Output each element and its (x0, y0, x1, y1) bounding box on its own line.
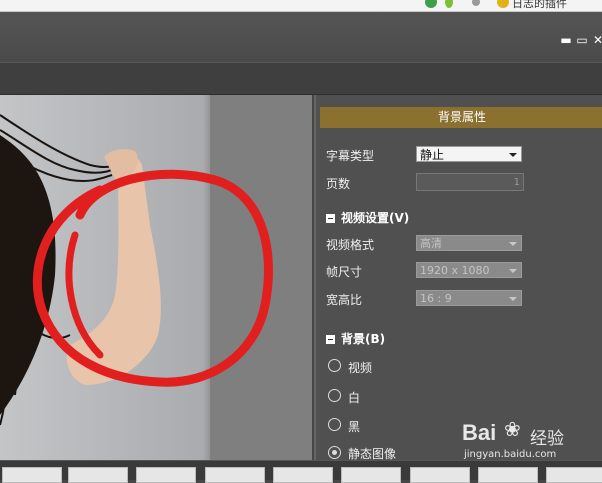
watermark-url: jingyan.baidu.com (464, 449, 557, 460)
arrow-icon[interactable] (445, 0, 453, 8)
properties-panel: 背景属性 字幕类型 静止 页数 1 视频设置(V) 视频格式 高清 帧尺寸 19… (314, 95, 602, 461)
bg-white-label: 白 (348, 391, 361, 405)
thumbnail[interactable] (2, 467, 62, 483)
bg-video-radio[interactable] (328, 359, 341, 372)
bg-black-radio[interactable] (328, 418, 341, 431)
video-format-value: 高清 (420, 237, 442, 250)
thumbnail[interactable] (68, 467, 128, 483)
chevron-down-icon (509, 242, 517, 246)
paw-icon: ❀ (504, 417, 521, 441)
panel-title: 背景属性 (320, 107, 602, 128)
browser-status-text: 日志的插件 (512, 0, 567, 10)
face-icon (497, 0, 509, 8)
video-section-header[interactable]: 视频设置(V) (326, 209, 409, 226)
subtitle-type-label: 字幕类型 (326, 149, 375, 163)
video-section-title: 视频设置(V) (341, 211, 410, 225)
bg-black-label: 黑 (348, 420, 361, 434)
close-button[interactable]: ✕ (592, 34, 602, 46)
maximize-button[interactable]: ▭ (576, 34, 588, 46)
dropdown-icon[interactable] (472, 0, 480, 6)
thumbnail[interactable] (410, 467, 470, 483)
video-format-select[interactable]: 高清 (416, 235, 522, 251)
pages-label: 页数 (326, 177, 351, 191)
background-section-title: 背景(B) (341, 332, 386, 346)
browser-status-strip: 日志的插件 (0, 0, 602, 12)
watermark-brand-suffix: 经验 (530, 429, 564, 449)
thumbnail[interactable] (273, 467, 333, 483)
extension-icon[interactable] (425, 0, 437, 8)
subtitle-type-select[interactable]: 静止 (416, 146, 522, 162)
video-format-label: 视频格式 (326, 238, 375, 252)
aspect-ratio-select[interactable]: 16 : 9 (416, 290, 522, 306)
subtitle-type-value: 静止 (420, 148, 445, 162)
video-preview (0, 95, 312, 460)
thumbnail[interactable] (205, 467, 265, 483)
frame-size-select[interactable]: 1920 x 1080 (416, 262, 522, 278)
bg-white-radio[interactable] (328, 389, 341, 402)
bg-video-label: 视频 (348, 361, 373, 375)
thumbnail[interactable] (478, 467, 538, 483)
aspect-ratio-label: 宽高比 (326, 293, 363, 307)
thumbnail[interactable] (136, 467, 196, 483)
watermark-brand: Bai (462, 420, 497, 445)
window-title-bar: ▬ ▭ ✕ (0, 12, 602, 62)
bg-still-image-radio[interactable] (328, 446, 341, 459)
chevron-down-icon (509, 153, 517, 157)
collapse-icon[interactable] (326, 335, 335, 344)
chevron-down-icon (509, 297, 517, 301)
chevron-down-icon (509, 269, 517, 273)
pages-input[interactable]: 1 (416, 173, 524, 191)
background-section-header[interactable]: 背景(B) (326, 330, 385, 347)
frame-size-value: 1920 x 1080 (420, 264, 490, 277)
minimize-button[interactable]: ▬ (560, 34, 572, 46)
thumbnail[interactable] (341, 467, 401, 483)
frame-size-label: 帧尺寸 (326, 265, 363, 279)
thumbnail-strip (0, 460, 602, 483)
preview-image (0, 95, 312, 460)
baidu-watermark: Bai ❀ 经验 jingyan.baidu.com (452, 412, 602, 462)
collapse-icon[interactable] (326, 214, 335, 223)
toolbar (0, 62, 602, 95)
thumbnail[interactable] (546, 467, 602, 483)
aspect-ratio-value: 16 : 9 (420, 292, 452, 305)
